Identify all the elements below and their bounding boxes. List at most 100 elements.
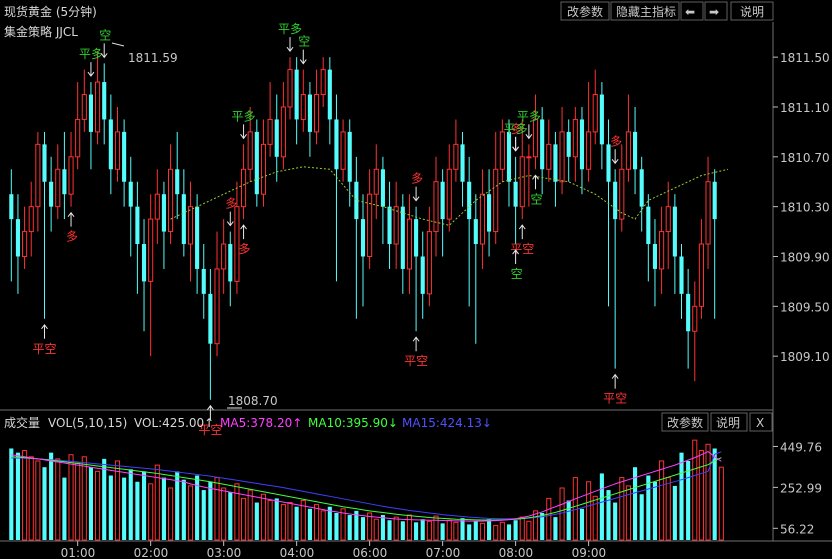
volume-close-button[interactable]: X xyxy=(749,412,773,432)
arrow-down-icon xyxy=(512,136,520,152)
help-button[interactable]: 说明 xyxy=(730,1,774,21)
volume-params-button[interactable]: 改参数 xyxy=(661,412,709,432)
volume-bar xyxy=(221,487,227,541)
candle-body xyxy=(201,268,206,294)
candle-body xyxy=(334,119,339,170)
volume-bar xyxy=(546,497,552,541)
signal-label: 平多 xyxy=(504,122,528,136)
volume-bar xyxy=(406,514,413,541)
candle xyxy=(15,194,21,294)
volume-tick-label: 449.76 xyxy=(780,440,822,454)
volume-bar xyxy=(566,500,571,540)
candle-body xyxy=(68,156,74,195)
volume-bar xyxy=(360,517,366,540)
candle xyxy=(712,169,717,319)
volume-bar xyxy=(168,487,174,541)
signal-label: 平空 xyxy=(32,342,56,356)
volume-bar xyxy=(102,458,107,540)
candle xyxy=(168,144,174,245)
candle-body xyxy=(433,181,439,233)
candle-body xyxy=(380,169,385,207)
candle-body xyxy=(187,206,194,245)
scroll-right-button[interactable]: ➡ xyxy=(704,1,728,21)
arrow-up-icon xyxy=(41,323,48,339)
candle xyxy=(81,69,87,132)
candle-body xyxy=(406,218,413,270)
volume-bar xyxy=(559,487,565,541)
volume-bar xyxy=(487,519,492,540)
candle-body xyxy=(420,256,425,294)
volume-help-button[interactable]: 说明 xyxy=(710,412,748,432)
volume-bars xyxy=(9,439,724,541)
arrow-up-icon xyxy=(412,336,420,352)
volume-bar xyxy=(187,485,194,541)
volume-bar xyxy=(698,450,704,541)
volume-bar xyxy=(175,471,180,540)
volume-bar xyxy=(247,489,253,541)
signal-label: 平空 xyxy=(603,392,627,406)
volume-bar xyxy=(433,515,439,541)
candle xyxy=(553,131,558,207)
price-axis: 1811.50 1811.10 1810.70 1810.30 1809.90 1809.… xyxy=(773,51,830,364)
signal-label: 空 xyxy=(298,35,310,49)
candle-body xyxy=(75,118,81,158)
arrow-up-icon xyxy=(67,211,75,227)
volume-bar xyxy=(313,504,320,541)
candle-body xyxy=(639,169,644,207)
scroll-left-button[interactable]: ⬅ xyxy=(680,1,704,21)
candle xyxy=(406,194,413,294)
candle xyxy=(453,119,459,182)
volume-bar xyxy=(135,481,140,540)
time-tick-label: 01:00 xyxy=(61,546,96,559)
candle xyxy=(208,268,213,400)
arrow-down-icon xyxy=(286,37,294,52)
candle-body xyxy=(440,181,445,220)
candle xyxy=(228,231,233,307)
candle-body xyxy=(519,156,525,208)
candle-body xyxy=(15,219,21,257)
params-button[interactable]: 改参数 xyxy=(560,1,610,21)
candle-body xyxy=(453,143,459,170)
volume-bar xyxy=(692,439,698,541)
candle xyxy=(161,181,166,269)
volume-bar xyxy=(705,443,711,541)
candle-body xyxy=(712,181,717,220)
volume-bar xyxy=(579,508,585,540)
candle-body xyxy=(280,106,286,158)
candle xyxy=(241,144,247,220)
candle-body xyxy=(141,244,147,282)
candle xyxy=(479,169,485,269)
ma15-value: MA15:424.13↓ xyxy=(402,416,492,430)
volume-bar xyxy=(659,460,665,541)
volume-bar xyxy=(320,510,326,541)
volume-bar xyxy=(42,467,47,540)
volume-bar xyxy=(553,517,558,540)
volume-bar xyxy=(22,450,28,541)
candle xyxy=(400,194,405,294)
signal-marker: 平空 xyxy=(404,336,428,368)
candle xyxy=(340,119,346,182)
price-tick-label: 1811.10 xyxy=(780,101,830,115)
candle-body xyxy=(175,169,180,195)
volume-bar xyxy=(414,522,419,540)
volume-bar xyxy=(122,477,127,540)
arrow-down-icon xyxy=(87,62,95,77)
volume-bar xyxy=(467,524,472,540)
arrow-right-icon: ➡ xyxy=(709,5,719,19)
candle-body xyxy=(214,268,220,345)
volume-bar xyxy=(62,477,67,540)
volume-bar xyxy=(287,502,293,541)
high-marker: 1811.59 xyxy=(111,42,178,65)
volume-bar xyxy=(592,495,598,541)
hide-indicator-button[interactable]: 隐藏主指标 xyxy=(610,1,680,21)
candle xyxy=(646,194,651,282)
volume-bar xyxy=(440,523,445,540)
candle xyxy=(114,106,121,182)
candle-body xyxy=(320,69,326,96)
signal-label: 平多 xyxy=(517,109,541,123)
candle-body xyxy=(267,118,273,145)
candle xyxy=(22,206,28,269)
volume-bar xyxy=(532,510,539,541)
candle xyxy=(334,94,339,282)
high-label: 1811.59 xyxy=(128,51,178,65)
